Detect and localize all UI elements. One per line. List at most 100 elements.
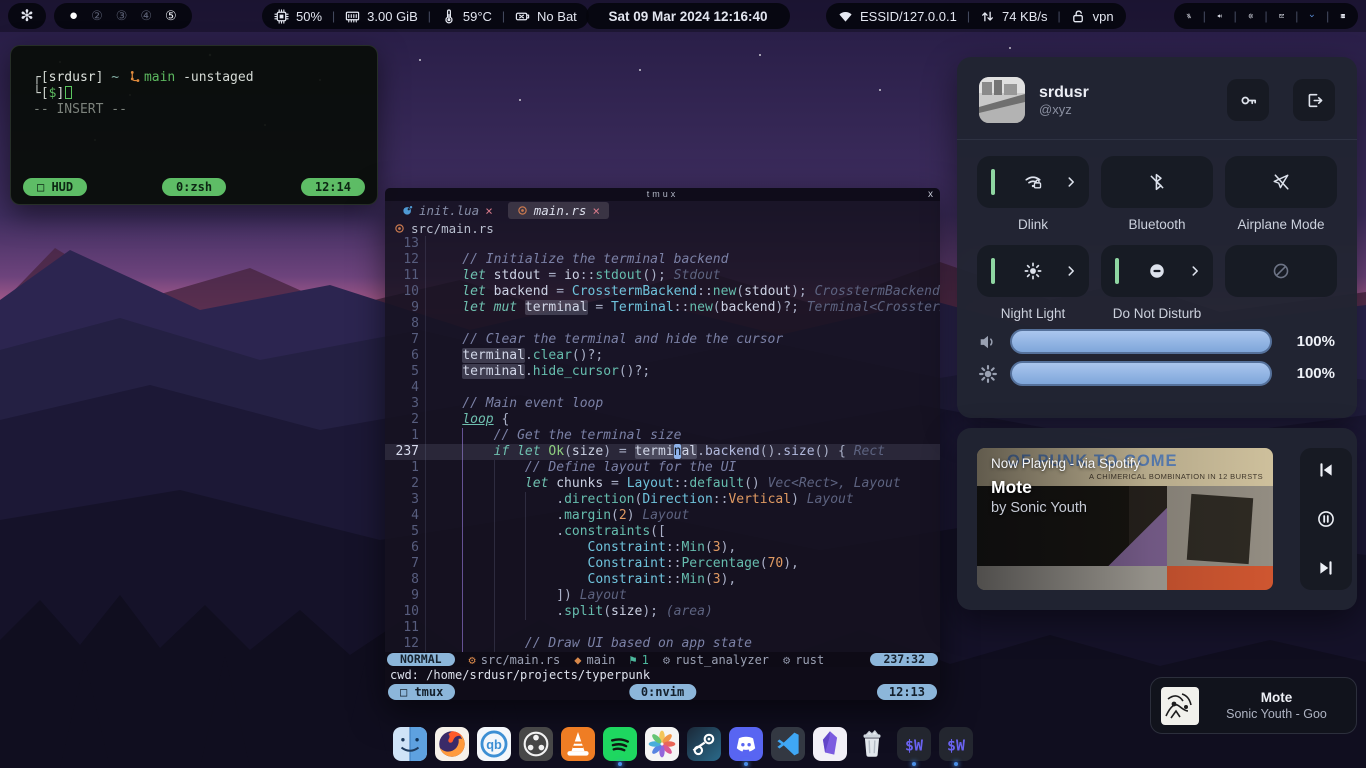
- quick-toggle-airplane-off[interactable]: [1225, 156, 1337, 208]
- memory-icon: [345, 9, 360, 24]
- code-line: 4: [385, 380, 940, 396]
- tab-close-icon[interactable]: ×: [485, 203, 493, 218]
- quick-cell-do-not-disturb: Do Not Disturb: [1101, 245, 1213, 322]
- obsidian-icon[interactable]: [813, 727, 847, 761]
- editor-window[interactable]: tmux x init.lua × main.rs × src/main.rs …: [385, 188, 940, 700]
- dock-item-qbittorrent[interactable]: qb: [477, 727, 511, 766]
- notification-toast[interactable]: Mote Sonic Youth - Goo: [1150, 677, 1357, 734]
- dock-layers-icon[interactable]: [1340, 8, 1346, 24]
- diagnostic-count: 1: [642, 653, 649, 667]
- settings-gear-icon[interactable]: [1248, 8, 1254, 24]
- dock-item-vscode[interactable]: [771, 727, 805, 766]
- qbittorrent-icon[interactable]: qb: [477, 727, 511, 761]
- dollarw-icon[interactable]: $W: [939, 727, 973, 761]
- code-line: 1 // Define layout for the UI: [385, 460, 940, 476]
- speaker-icon[interactable]: [1217, 8, 1223, 24]
- code-line: 12 // Initialize the terminal backend: [385, 252, 940, 268]
- svg-text:$W: $W: [905, 736, 923, 754]
- previous-track-button[interactable]: [1317, 461, 1335, 479]
- vscode-icon[interactable]: [771, 727, 805, 761]
- firefox-icon[interactable]: [435, 727, 469, 761]
- tmux-session-pill[interactable]: □ tmux: [388, 684, 455, 700]
- code-line: 6 terminal.clear()?;: [385, 348, 940, 364]
- brightness-icon: [979, 365, 997, 383]
- dollarw-icon[interactable]: $W: [897, 727, 931, 761]
- workspace-4[interactable]: ④: [140, 3, 152, 29]
- logout-button[interactable]: [1293, 79, 1335, 121]
- net-speed: 74 KB/s: [1002, 9, 1048, 24]
- microphone-muted-icon[interactable]: [1186, 8, 1192, 24]
- lsp-name: rust_analyzer: [675, 653, 769, 667]
- blocked-icon: [1272, 262, 1290, 280]
- workspace-3[interactable]: ③: [116, 3, 128, 29]
- workspace-2[interactable]: ②: [91, 3, 103, 29]
- volume-icon: [979, 333, 997, 351]
- tmux-window-pill[interactable]: 0:nvim: [629, 684, 696, 700]
- statusline-branch: main: [587, 653, 616, 667]
- vlc-icon[interactable]: [561, 727, 595, 761]
- album-art[interactable]: OF PUNK TO COME A CHIMERICAL BOMBINATION…: [977, 448, 1273, 590]
- statusline: NORMAL ⚙src/main.rs ◆main ⚑1 ⚙rust_analy…: [385, 652, 940, 667]
- dock-item-dollarw[interactable]: $W: [939, 727, 973, 766]
- dock-item-firefox[interactable]: [435, 727, 469, 766]
- quick-toggle-blocked[interactable]: [1225, 245, 1337, 297]
- code-line: 11: [385, 620, 940, 636]
- password-key-button[interactable]: [1227, 79, 1269, 121]
- dock-item-trash[interactable]: [855, 727, 889, 766]
- spotify-icon[interactable]: [603, 727, 637, 761]
- media-controls: [1300, 448, 1352, 590]
- dock-item-obsidian[interactable]: [813, 727, 847, 766]
- pause-button[interactable]: [1317, 510, 1335, 528]
- tab-close-icon[interactable]: ×: [592, 203, 600, 218]
- chevron-right-icon[interactable]: [1188, 264, 1202, 278]
- winbar-filepath: src/main.rs: [385, 220, 940, 236]
- volume-slider[interactable]: [1010, 329, 1272, 354]
- brightness-slider-row: 100%: [957, 354, 1357, 386]
- tmux-statusbar: □ tmux 0:nvim 12:13: [385, 683, 940, 700]
- photos-icon[interactable]: [645, 727, 679, 761]
- launcher-button[interactable]: ✻: [8, 3, 46, 29]
- dock-item-dollarw[interactable]: $W: [897, 727, 931, 766]
- lang-gear-icon: ⚙: [783, 653, 790, 667]
- obs-studio-icon[interactable]: [519, 727, 553, 761]
- discord-icon[interactable]: [729, 727, 763, 761]
- code-area[interactable]: 1312 // Initialize the terminal backend 1…: [385, 236, 940, 652]
- code-line: 13: [385, 236, 940, 252]
- dock-item-steam[interactable]: [687, 727, 721, 766]
- dock-item-photos[interactable]: [645, 727, 679, 766]
- code-line: 12 // Draw UI based on app state: [385, 636, 940, 652]
- finder-icon[interactable]: [393, 727, 427, 761]
- dock-item-vlc[interactable]: [561, 727, 595, 766]
- sun-icon: [1024, 262, 1042, 280]
- code-line: 6 Constraint::Min(3),: [385, 540, 940, 556]
- quick-toggle-bluetooth-off[interactable]: [1101, 156, 1213, 208]
- dock-item-discord[interactable]: [729, 727, 763, 766]
- zsh-session-pill: 0:zsh: [162, 178, 226, 196]
- code-line: 5 terminal.hide_cursor()?;: [385, 364, 940, 380]
- tab-init-lua[interactable]: init.lua ×: [393, 202, 502, 219]
- dock-item-spotify[interactable]: [603, 727, 637, 766]
- quick-toggle-wifi-lock[interactable]: [977, 156, 1089, 208]
- workspace-1[interactable]: ●: [69, 3, 78, 29]
- terminal-window[interactable]: ┌[srdusr] ~ main -unstaged └[$] -- INSER…: [10, 45, 378, 205]
- quick-cell-night-light: Night Light: [977, 245, 1089, 322]
- quick-toggle-dnd[interactable]: [1101, 245, 1213, 297]
- tab-main-rs[interactable]: main.rs ×: [508, 202, 609, 219]
- brightness-slider[interactable]: [1010, 361, 1272, 386]
- dock-item-finder[interactable]: [393, 727, 427, 766]
- avatar[interactable]: [979, 77, 1025, 123]
- code-line-current: 237 if let Ok(size) = terminal.backend()…: [385, 444, 940, 460]
- quick-toggle-sun[interactable]: [977, 245, 1089, 297]
- desktop: { "colors":{"accent_blue":"#8cb6da","acc…: [0, 0, 1366, 768]
- git-branch-icon: [129, 70, 142, 83]
- chevron-right-icon[interactable]: [1064, 264, 1078, 278]
- dock-item-obs-studio[interactable]: [519, 727, 553, 766]
- chevron-right-icon[interactable]: [1064, 175, 1078, 189]
- chevron-down-icon[interactable]: [1309, 8, 1315, 24]
- window-close-button[interactable]: x: [928, 188, 933, 201]
- mail-icon[interactable]: [1279, 8, 1285, 24]
- next-track-button[interactable]: [1317, 559, 1335, 577]
- workspace-5[interactable]: ⑤: [165, 3, 177, 29]
- steam-icon[interactable]: [687, 727, 721, 761]
- trash-icon[interactable]: [855, 727, 889, 761]
